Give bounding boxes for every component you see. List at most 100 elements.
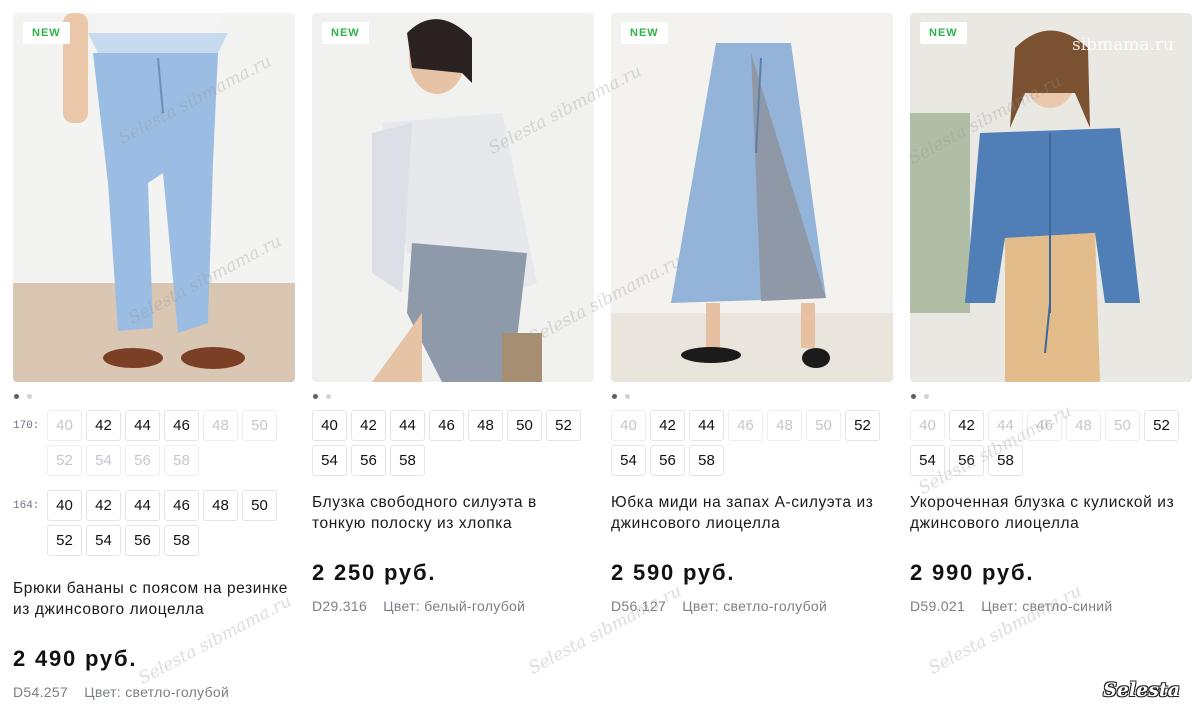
size-option[interactable]: 40 (47, 490, 82, 521)
size-option[interactable]: 58 (689, 445, 724, 476)
size-option[interactable]: 56 (351, 445, 386, 476)
product-photo[interactable]: NEW (13, 13, 295, 382)
product-sku: D54.257 (13, 684, 69, 700)
size-option[interactable]: 50 (507, 410, 542, 441)
size-option[interactable]: 52 (1144, 410, 1179, 441)
size-option[interactable]: 42 (351, 410, 386, 441)
size-option[interactable]: 44 (125, 490, 160, 521)
height-label: 170: (13, 420, 40, 432)
size-option[interactable]: 42 (86, 490, 121, 521)
size-list: 40 42 44 46 48 50 52 54 56 58 (312, 410, 594, 476)
size-option-unavailable: 52 (47, 445, 82, 476)
size-option[interactable]: 50 (242, 490, 277, 521)
color-label: Цвет: (84, 684, 121, 700)
product-photo[interactable]: NEW (611, 13, 893, 382)
product-color: белый-голубой (424, 598, 526, 614)
size-option-unavailable: 58 (164, 445, 199, 476)
size-option[interactable]: 58 (164, 525, 199, 556)
product-price: 2 990 руб. (910, 560, 1035, 585)
carousel-dot[interactable] (27, 393, 32, 399)
size-option[interactable]: 56 (949, 445, 984, 476)
height-label: 164: (13, 500, 40, 512)
size-option[interactable]: 42 (949, 410, 984, 441)
size-option[interactable]: 54 (910, 445, 945, 476)
size-option[interactable]: 44 (390, 410, 425, 441)
size-option[interactable]: 52 (845, 410, 880, 441)
photo-striped-blouse (312, 13, 594, 382)
product-price: 2 590 руб. (611, 560, 736, 585)
corner-watermark: sibmama.ru (1071, 35, 1174, 55)
size-option[interactable]: 58 (390, 445, 425, 476)
size-option[interactable]: 40 (312, 410, 347, 441)
size-group: 40 42 44 46 48 50 52 54 56 58 (910, 410, 1192, 476)
size-option[interactable]: 58 (988, 445, 1023, 476)
product-meta: D29.316 Цвет: белый-голубой (312, 598, 594, 614)
carousel-dot[interactable] (924, 393, 929, 399)
product-photo[interactable]: NEW sibmama.ru (910, 13, 1192, 382)
carousel-dots (13, 388, 295, 404)
size-option[interactable]: 56 (650, 445, 685, 476)
size-group: 40 42 44 46 48 50 52 54 56 58 (611, 410, 893, 476)
product-title[interactable]: Блузка свободного силуэта в тонкую полос… (312, 492, 594, 534)
product-title[interactable]: Укороченная блузка с кулиской из джинсов… (910, 492, 1192, 534)
carousel-dot-active[interactable] (313, 393, 318, 399)
size-group-170: 170: 40 42 44 46 48 50 52 54 56 58 (13, 410, 295, 476)
size-option-unavailable: 46 (1027, 410, 1062, 441)
size-option-unavailable: 56 (125, 445, 160, 476)
product-price: 2 250 руб. (312, 560, 437, 585)
size-option[interactable]: 44 (125, 410, 160, 441)
product-card[interactable]: NEW 40 42 44 46 48 50 52 54 56 58 Юбка миди на за… (611, 13, 893, 614)
size-option[interactable]: 46 (164, 490, 199, 521)
product-title[interactable]: Юбка миди на запах А-силуэта из джинсово… (611, 492, 893, 534)
brand-logo: Selesta (1103, 679, 1180, 701)
size-option-unavailable: 48 (203, 410, 238, 441)
size-option[interactable]: 52 (546, 410, 581, 441)
carousel-dot[interactable] (326, 393, 331, 399)
size-option[interactable]: 46 (164, 410, 199, 441)
size-option[interactable]: 54 (611, 445, 646, 476)
product-meta: D56.127 Цвет: светло-голубой (611, 598, 893, 614)
photo-skirt (611, 13, 893, 382)
size-group: 40 42 44 46 48 50 52 54 56 58 (312, 410, 594, 476)
new-badge: NEW (920, 22, 967, 44)
size-option-unavailable: 50 (806, 410, 841, 441)
product-color: светло-голубой (125, 684, 230, 700)
product-photo[interactable]: NEW (312, 13, 594, 382)
size-option[interactable]: 46 (429, 410, 464, 441)
color-label: Цвет: (682, 598, 719, 614)
carousel-dot-active[interactable] (612, 393, 617, 399)
size-list: 40 42 44 46 48 50 52 54 56 58 (47, 410, 287, 476)
color-label: Цвет: (981, 598, 1018, 614)
photo-trousers (13, 13, 295, 382)
product-title[interactable]: Брюки бананы с поясом на резинке из джин… (13, 578, 295, 620)
size-option[interactable]: 54 (86, 525, 121, 556)
size-option[interactable]: 52 (47, 525, 82, 556)
size-option[interactable]: 56 (125, 525, 160, 556)
size-option-unavailable: 40 (910, 410, 945, 441)
carousel-dots (910, 388, 1192, 404)
product-card[interactable]: NEW sibmama.ru 40 42 44 46 48 50 52 54 56 58 Укор… (910, 13, 1192, 614)
size-option-unavailable: 48 (767, 410, 802, 441)
size-option[interactable]: 42 (650, 410, 685, 441)
size-option[interactable]: 42 (86, 410, 121, 441)
size-option-unavailable: 50 (242, 410, 277, 441)
size-option-unavailable: 48 (1066, 410, 1101, 441)
size-option[interactable]: 44 (689, 410, 724, 441)
product-card[interactable]: NEW 170: 40 42 44 46 48 50 52 54 56 58 164: 40 42 4… (13, 13, 295, 700)
product-card[interactable]: NEW 40 42 44 46 48 50 52 54 56 58 Блузка свободно… (312, 13, 594, 614)
size-option-unavailable: 54 (86, 445, 121, 476)
size-option-unavailable: 44 (988, 410, 1023, 441)
carousel-dots (611, 388, 893, 404)
new-badge: NEW (621, 22, 668, 44)
carousel-dot[interactable] (625, 393, 630, 399)
size-list: 40 42 44 46 48 50 52 54 56 58 (611, 410, 893, 476)
size-option[interactable]: 54 (312, 445, 347, 476)
product-color: светло-синий (1022, 598, 1113, 614)
size-list: 40 42 44 46 48 50 52 54 56 58 (910, 410, 1192, 476)
size-option-unavailable: 46 (728, 410, 763, 441)
carousel-dot-active[interactable] (911, 393, 916, 399)
carousel-dot-active[interactable] (14, 393, 19, 399)
size-option[interactable]: 48 (468, 410, 503, 441)
size-option[interactable]: 48 (203, 490, 238, 521)
product-sku: D59.021 (910, 598, 966, 614)
